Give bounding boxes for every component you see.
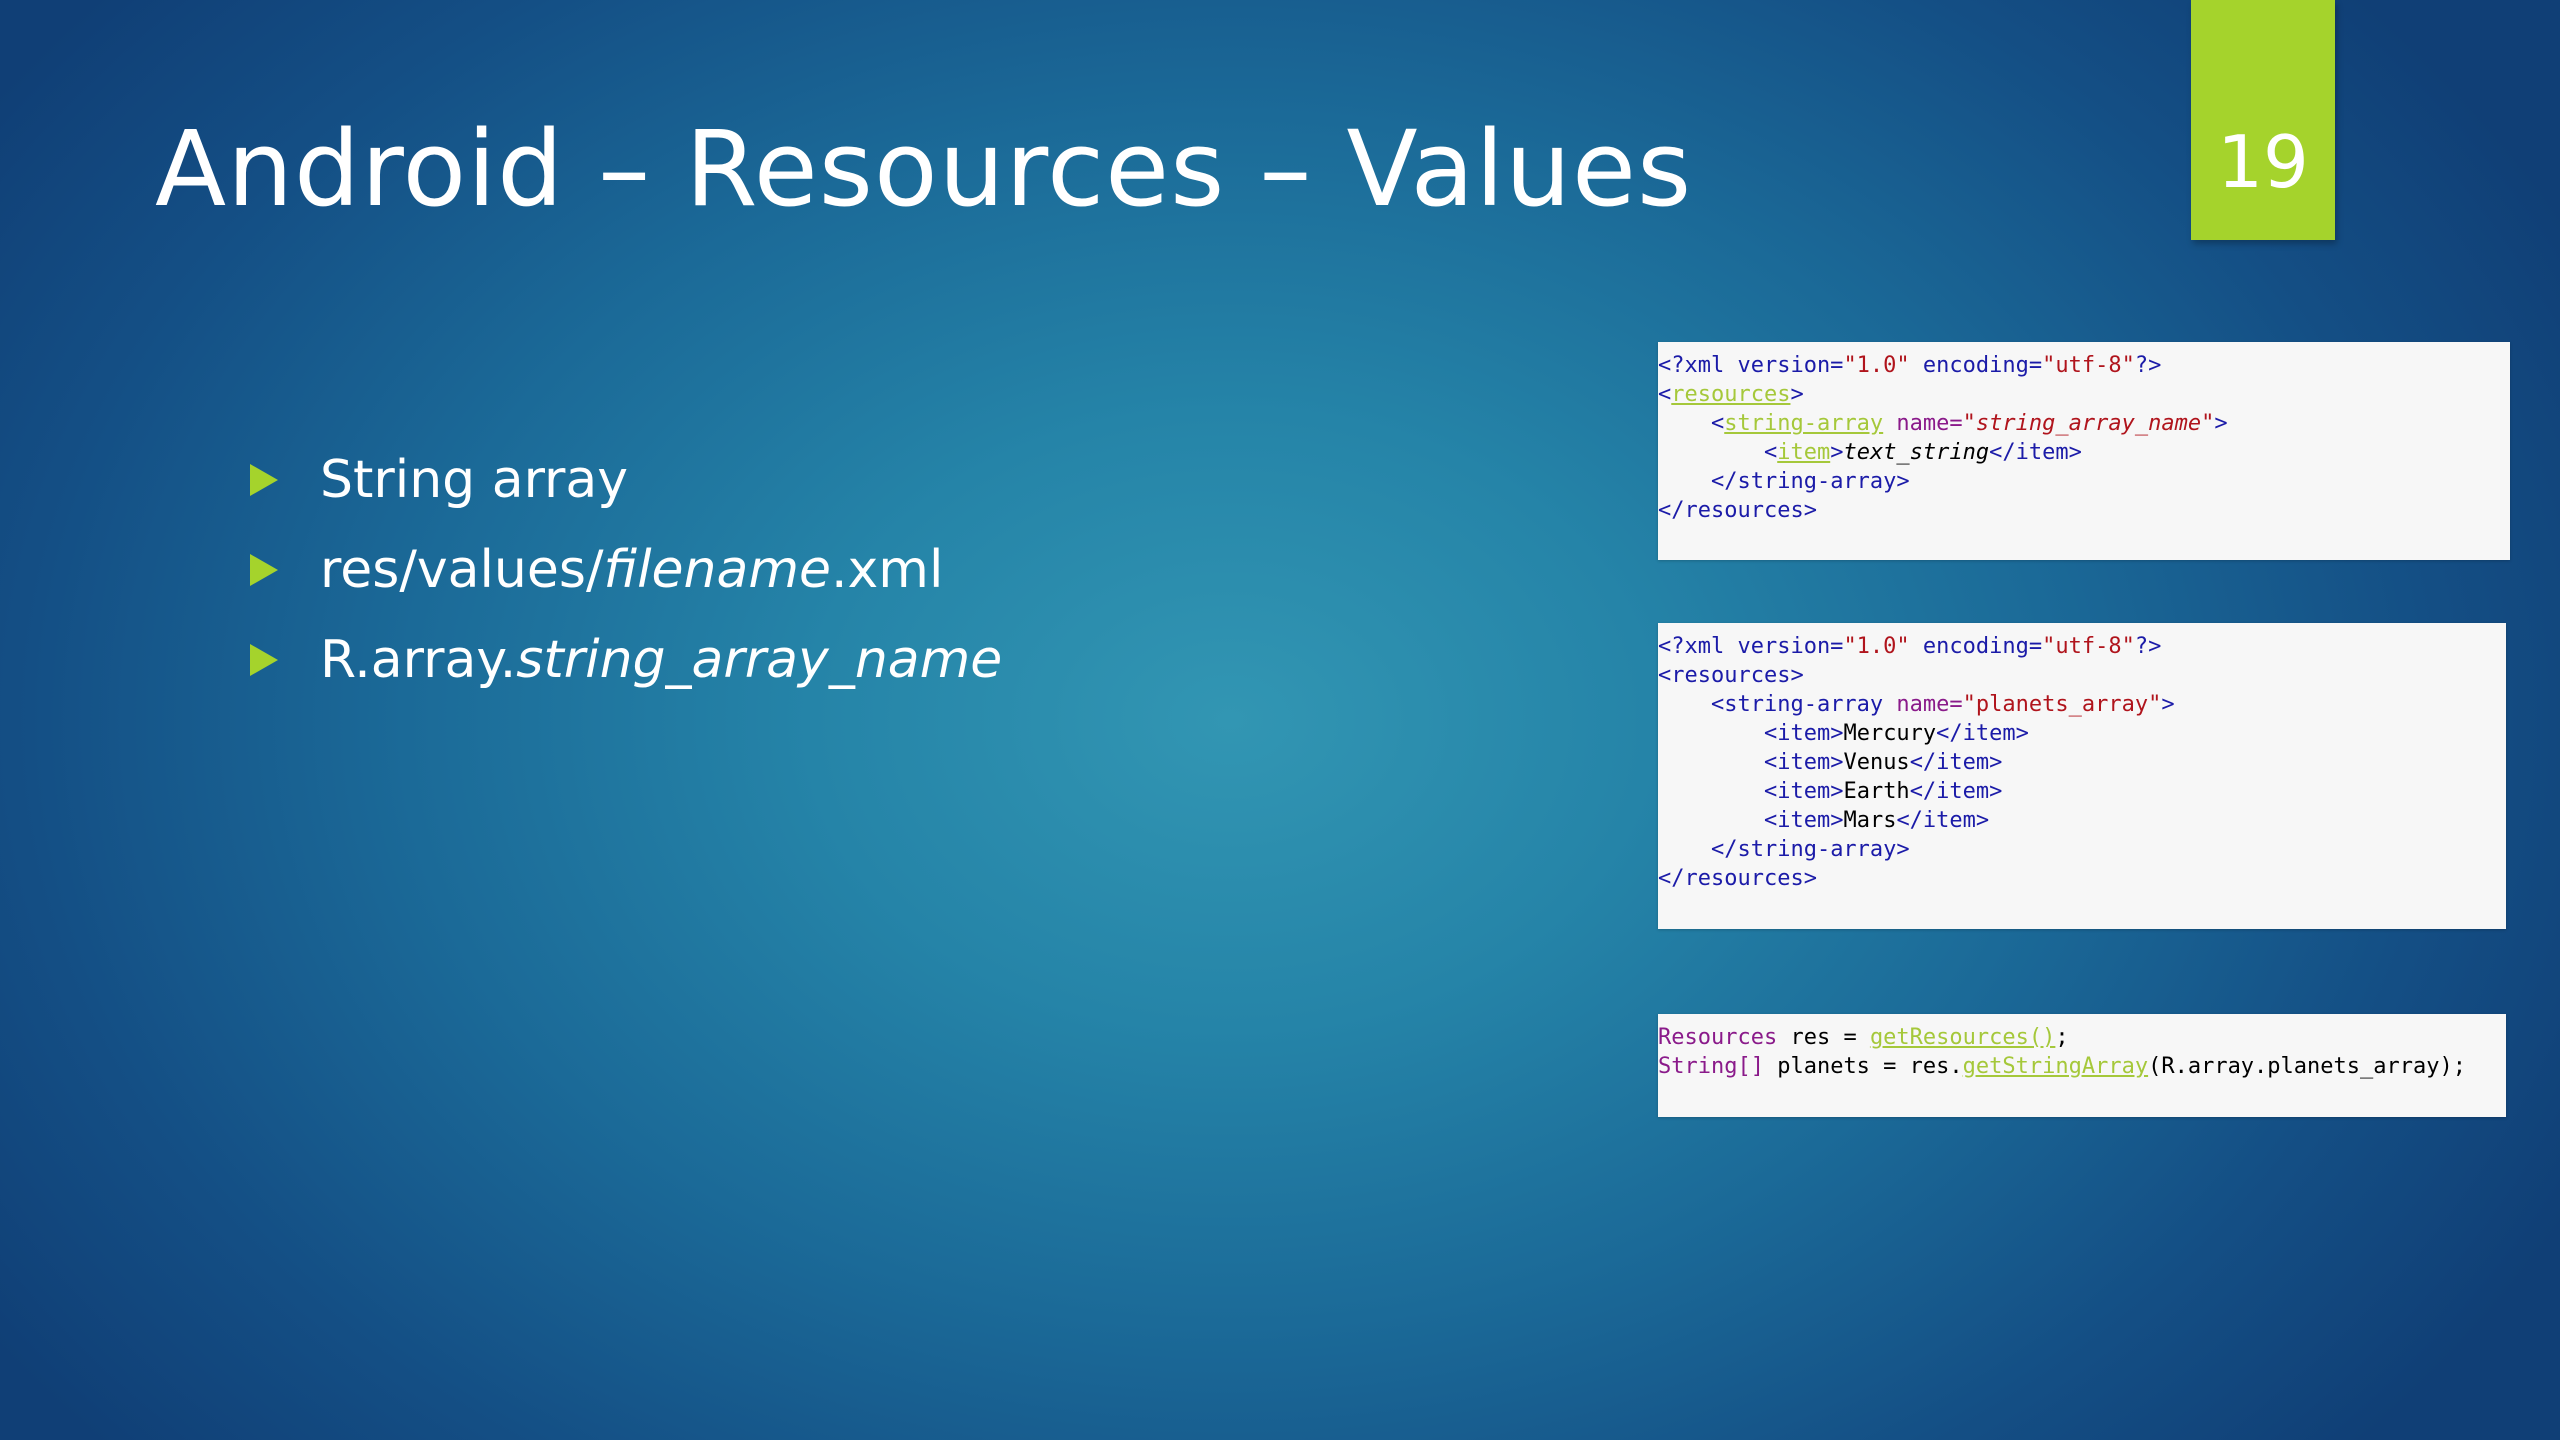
code-line: <string-array name="planets_array"> [1710,692,2175,717]
code-line: <?xml version="1.0" encoding="utf-8"?> [1658,634,2162,659]
bullet-list: String array res/values/filename.xml R.a… [250,435,1002,705]
code-line: <item>Mercury</item> [1763,721,2029,746]
bullet-item: R.array.string_array_name [250,615,1002,705]
triangle-bullet-icon [250,644,278,676]
code-line: <string-array name="string_array_name"> [1710,411,2228,436]
code-line: </resources> [1658,498,1817,523]
slide-number-badge: 19 [2191,0,2335,240]
code-line: <resources> [1658,663,1804,688]
code-snippet-planets-array: <?xml version="1.0" encoding="utf-8"?> <… [1658,623,2506,929]
bullet-item: res/values/filename.xml [250,525,1002,615]
bullet-item: String array [250,435,1002,525]
triangle-bullet-icon [250,554,278,586]
code-line: </resources> [1658,866,1817,891]
bullet-text: R.array.string_array_name [320,630,1003,690]
code-line: <item>Mars</item> [1763,808,1990,833]
code-line: <?xml version="1.0" encoding="utf-8"?> [1658,353,2162,378]
code-snippet-java-usage: Resources res = getResources(); String[]… [1658,1014,2506,1117]
code-line: <item>text_string</item> [1763,440,2082,465]
bullet-text: String array [320,450,629,510]
slide-title: Android – Resources – Values [155,108,1693,230]
code-snippet-string-array-template: <?xml version="1.0" encoding="utf-8"?> <… [1658,342,2510,560]
triangle-bullet-icon [250,464,278,496]
slide-number: 19 [2217,120,2309,204]
code-line: <resources> [1658,382,1804,407]
code-line: <item>Venus</item> [1763,750,2003,775]
code-line: <item>Earth</item> [1763,779,2003,804]
code-line: </string-array> [1710,837,1910,862]
code-line: Resources res = getResources(); [1658,1025,2069,1050]
code-line: </string-array> [1710,469,1910,494]
code-line: String[] planets = res.getStringArray(R.… [1658,1054,2466,1079]
bullet-text: res/values/filename.xml [320,540,944,600]
